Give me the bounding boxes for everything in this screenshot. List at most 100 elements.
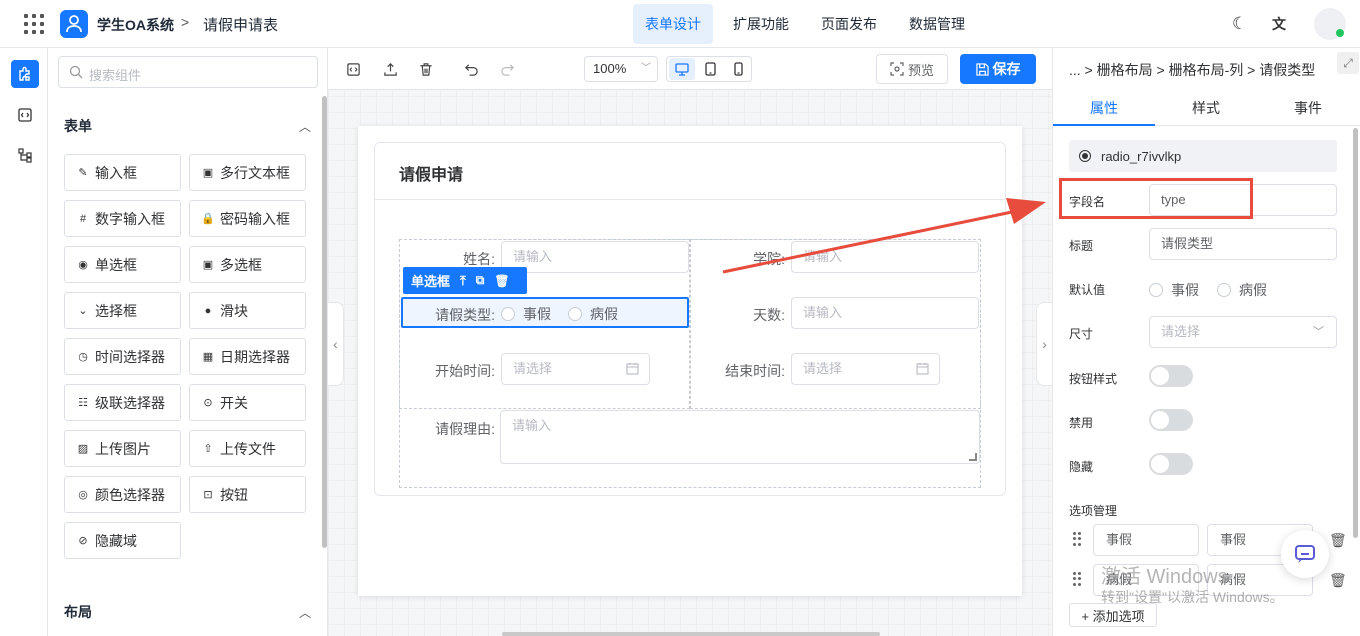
palette-item-7[interactable]: ● 滑块 xyxy=(189,292,306,329)
size-placeholder: 请选择 xyxy=(1161,324,1201,339)
drag-handle-icon[interactable] xyxy=(1073,572,1081,586)
college-placeholder: 请输入 xyxy=(803,249,843,264)
mobile-icon[interactable] xyxy=(725,58,751,80)
component-breadcrumb[interactable]: ... > 栅格布局 > 栅格布局-列 > 请假类型 xyxy=(1069,60,1315,80)
size-select[interactable]: 请选择 ﹀ xyxy=(1149,316,1337,348)
default-option-label: 事假 xyxy=(1171,282,1199,298)
delete-icon[interactable] xyxy=(417,60,435,78)
calendar-icon xyxy=(916,363,929,375)
title-label: 标题 xyxy=(1069,239,1094,253)
hidden-switch[interactable] xyxy=(1149,453,1193,475)
palette-item-6[interactable]: ⌄ 选择框 xyxy=(64,292,181,329)
palette-item-5[interactable]: ▣ 多选框 xyxy=(189,246,306,283)
collapse-left-button[interactable]: ‹ xyxy=(328,302,344,386)
moon-icon[interactable]: ☾ xyxy=(1232,14,1247,34)
copy-icon[interactable]: ⧉ xyxy=(476,273,485,288)
avatar[interactable] xyxy=(1314,8,1346,40)
palette-item-14[interactable]: ◎ 颜色选择器 xyxy=(64,476,181,513)
nav-page-publish[interactable]: 页面发布 xyxy=(809,4,889,44)
textarea-icon: ▣ xyxy=(202,167,214,179)
move-up-icon[interactable]: ⤒ xyxy=(460,273,466,289)
end-time-placeholder: 请选择 xyxy=(803,361,843,376)
palette-item-2[interactable]: # 数字输入框 xyxy=(64,200,181,237)
palette-item-13[interactable]: ⇧ 上传文件 xyxy=(189,430,306,467)
code-view-icon[interactable] xyxy=(344,60,362,78)
nav-extensions[interactable]: 扩展功能 xyxy=(721,4,801,44)
palette-item-3[interactable]: 🔒 密码输入框 xyxy=(189,200,306,237)
palette-item-15[interactable]: ⊡ 按钮 xyxy=(189,476,306,513)
desktop-icon[interactable] xyxy=(669,58,695,80)
chevron-up-icon[interactable]: ︿ xyxy=(299,604,311,621)
name-input[interactable]: 请输入 xyxy=(501,241,689,273)
trash-icon[interactable]: 🗑 xyxy=(1329,572,1347,589)
upload-icon: ⇧ xyxy=(203,443,213,455)
nav-form-design[interactable]: 表单设计 xyxy=(633,4,713,44)
rail-code-button[interactable] xyxy=(11,101,39,129)
rail-tree-button[interactable] xyxy=(11,141,39,169)
chevron-left-icon: ‹ xyxy=(333,336,338,352)
palette-item-10[interactable]: ☷ 级联选择器 xyxy=(64,384,181,421)
leave-type-option-1[interactable]: 事假 xyxy=(501,304,551,324)
hidden-label: 隐藏 xyxy=(1069,460,1094,474)
delete-icon[interactable]: 🗑 xyxy=(494,274,509,288)
chevron-up-icon[interactable]: ︿ xyxy=(299,118,311,135)
disabled-switch[interactable] xyxy=(1149,409,1193,431)
component-search-input[interactable]: 搜索组件 xyxy=(58,56,318,88)
tab-properties[interactable]: 属性 xyxy=(1053,90,1155,126)
reason-textarea[interactable]: 请输入 xyxy=(500,410,980,464)
tab-events[interactable]: 事件 xyxy=(1257,90,1359,126)
undo-icon[interactable] xyxy=(462,60,480,78)
translate-icon[interactable]: 文 xyxy=(1272,14,1286,34)
properties-scrollbar[interactable] xyxy=(1353,128,1358,538)
leave-type-option-2[interactable]: 病假 xyxy=(568,304,618,324)
palette-item-0[interactable]: ✎ 输入框 xyxy=(64,154,181,191)
palette-item-16[interactable]: ⊘ 隐藏域 xyxy=(64,522,181,559)
zoom-select[interactable]: 100% ﹀ xyxy=(584,56,658,82)
drag-handle-icon[interactable] xyxy=(1073,532,1081,546)
default-option-1[interactable]: 事假 xyxy=(1149,280,1199,300)
left-rail xyxy=(0,48,48,636)
reason-label: 请假理由: xyxy=(435,421,495,437)
switch-icon: ⊙ xyxy=(203,397,213,409)
title-input[interactable]: 请假类型 xyxy=(1149,228,1337,260)
app-grid-icon[interactable] xyxy=(24,14,44,34)
palette-item-1[interactable]: ▣ 多行文本框 xyxy=(189,154,306,191)
resize-handle[interactable] xyxy=(969,453,977,461)
expand-icon[interactable]: ⤢ xyxy=(1337,52,1359,74)
palette-item-12[interactable]: ▨ 上传图片 xyxy=(64,430,181,467)
tablet-icon[interactable] xyxy=(697,58,723,80)
preview-button[interactable]: 预览 xyxy=(876,54,948,84)
export-icon[interactable] xyxy=(381,60,399,78)
palette-item-label: 单选框 xyxy=(95,256,137,273)
palette-item-9[interactable]: ▦ 日期选择器 xyxy=(189,338,306,375)
canvas-horizontal-scrollbar[interactable] xyxy=(502,632,880,636)
rail-components-button[interactable] xyxy=(11,60,39,88)
chat-button[interactable] xyxy=(1281,530,1329,578)
default-option-2[interactable]: 病假 xyxy=(1217,280,1267,300)
tab-styles[interactable]: 样式 xyxy=(1155,90,1257,126)
option-label-input[interactable]: 事假 xyxy=(1093,524,1199,556)
form-card: 请假申请 姓名: 请输入 学院: 请输入 单选框 ⤒ ⧉ 🗑 请假类型: 事假 … xyxy=(374,142,1006,496)
palette-item-8[interactable]: ◷ 时间选择器 xyxy=(64,338,181,375)
palette-item-11[interactable]: ⊙ 开关 xyxy=(189,384,306,421)
name-label: 姓名: xyxy=(463,251,495,267)
save-icon xyxy=(975,62,989,76)
palette-item-4[interactable]: ◉ 单选框 xyxy=(64,246,181,283)
component-id-value: radio_r7ivvlkp xyxy=(1101,148,1182,164)
button-style-switch[interactable] xyxy=(1149,365,1193,387)
component-id: radio_r7ivvlkp xyxy=(1069,140,1337,172)
palette-item-label: 选择框 xyxy=(95,302,137,319)
chat-icon xyxy=(1295,545,1315,563)
end-time-picker[interactable]: 请选择 xyxy=(791,353,940,385)
redo-icon[interactable] xyxy=(498,60,516,78)
college-input[interactable]: 请输入 xyxy=(791,241,979,273)
windows-activation-watermark: 激活 Windows xyxy=(1101,566,1228,588)
start-time-picker[interactable]: 请选择 xyxy=(501,353,650,385)
palette-scrollbar[interactable] xyxy=(322,96,327,548)
days-input[interactable]: 请输入 xyxy=(791,297,979,329)
collapse-right-button[interactable]: › xyxy=(1036,302,1052,386)
online-status-dot xyxy=(1336,29,1344,37)
save-button[interactable]: 保存 xyxy=(960,54,1036,84)
nav-data-management[interactable]: 数据管理 xyxy=(897,4,977,44)
trash-icon[interactable]: 🗑 xyxy=(1329,532,1347,549)
